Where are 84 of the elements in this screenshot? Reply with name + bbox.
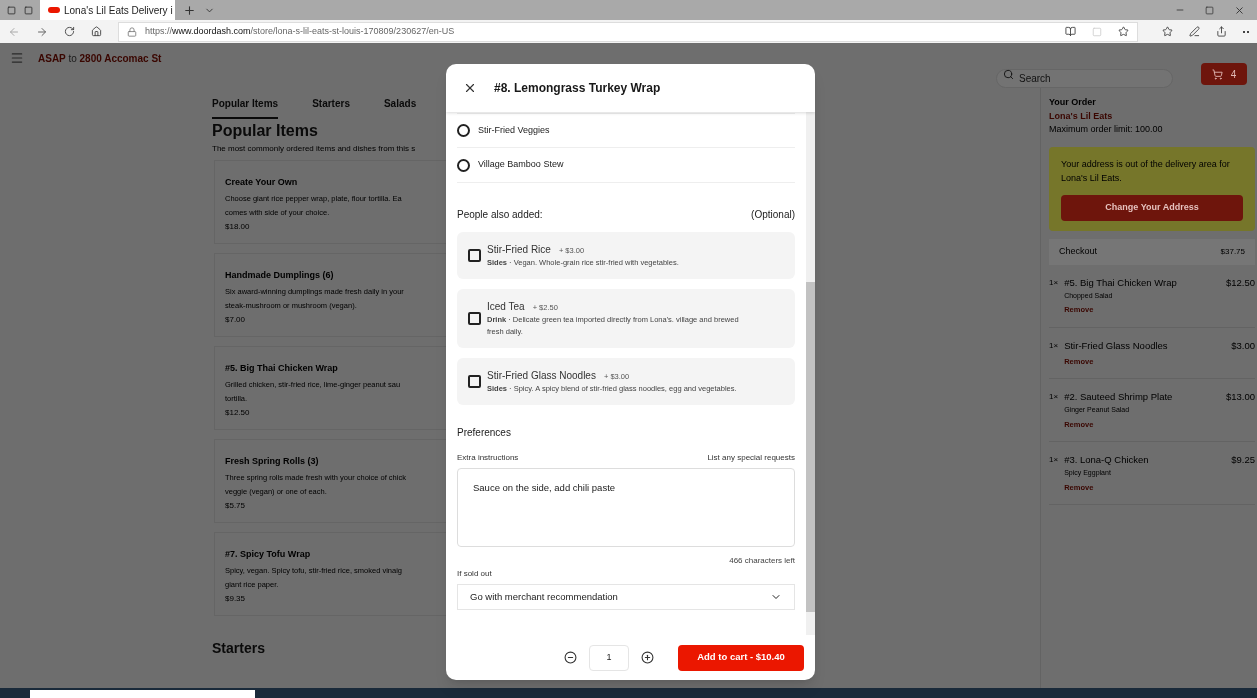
quantity-field[interactable]: 1 bbox=[589, 644, 629, 671]
section-heading: Preferences bbox=[457, 426, 512, 440]
menu-tab[interactable]: Popular Items bbox=[212, 97, 279, 119]
share-icon[interactable] bbox=[1216, 26, 1227, 37]
cart-icon bbox=[1211, 68, 1223, 80]
home-icon[interactable] bbox=[91, 26, 102, 37]
field-label: Extra instructions bbox=[457, 452, 519, 464]
scrollbar-thumb[interactable] bbox=[806, 282, 815, 612]
section-heading: People also added: bbox=[457, 208, 543, 222]
item-price: $5.75 bbox=[225, 500, 247, 512]
search-icon bbox=[1003, 68, 1014, 80]
item-name: Create Your Own bbox=[225, 176, 299, 189]
favorites-icon[interactable] bbox=[1162, 26, 1173, 37]
new-tab-icon[interactable] bbox=[183, 3, 196, 17]
order-limit: Maximum order limit: 100.00 bbox=[1049, 123, 1164, 136]
delivery-address[interactable]: ASAP to 2800 Accomac St bbox=[38, 51, 162, 66]
checkbox[interactable] bbox=[468, 375, 481, 388]
checkbox[interactable] bbox=[468, 249, 481, 262]
star-icon[interactable] bbox=[1118, 26, 1129, 37]
item-quantity: 1× bbox=[1049, 454, 1059, 466]
checkout-button[interactable]: Checkout $37.75 bbox=[1049, 238, 1255, 265]
dialog-title: #8. Lemongrass Turkey Wrap bbox=[494, 80, 661, 97]
section-subtitle: The most commonly ordered items and dishes from this s bbox=[212, 143, 417, 155]
radio-button[interactable] bbox=[457, 158, 470, 172]
order-title: Your Order bbox=[1049, 96, 1097, 109]
warning-text: Your address is out of the delivery area for Lona's Lil Eats. bbox=[1061, 157, 1231, 185]
item-name: #5. Big Thai Chicken Wrap bbox=[225, 362, 339, 375]
section-title: Popular Items bbox=[212, 121, 319, 141]
addon-name: Stir-Fried Rice bbox=[487, 243, 551, 257]
item-price: $18.00 bbox=[225, 221, 251, 233]
close-window-icon[interactable] bbox=[1234, 4, 1245, 16]
checkbox[interactable] bbox=[468, 312, 481, 325]
url-text: https://www.doordash.com/store/lona-s-lil-eats-st-louis-170809/230627/en-US bbox=[145, 24, 455, 38]
address-field[interactable]: https://www.doordash.com/store/lona-s-lil-eats-st-louis-170809/230627/en-US bbox=[118, 21, 1138, 42]
menu-tab[interactable]: Salads bbox=[383, 97, 417, 119]
pen-icon[interactable] bbox=[1189, 26, 1200, 37]
instructions-field[interactable]: Sauce on the side, add chili paste bbox=[457, 468, 795, 547]
item-quantity: 1× bbox=[1049, 339, 1059, 352]
sold-out-select[interactable]: Go with merchant recommendation bbox=[457, 584, 795, 610]
field-label: If sold out bbox=[457, 568, 493, 580]
increase-icon[interactable] bbox=[641, 651, 654, 664]
scrollbar[interactable] bbox=[806, 112, 815, 635]
browser-tab[interactable]: Lona's Lil Eats Delivery i bbox=[40, 0, 175, 20]
item-quantity: 1× bbox=[1049, 391, 1059, 403]
cart-button[interactable]: 4 bbox=[1201, 63, 1247, 85]
item-price: $12.50 bbox=[225, 407, 251, 419]
item-name: #7. Spicy Tofu Wrap bbox=[225, 548, 312, 561]
book-icon[interactable] bbox=[1065, 26, 1076, 37]
search-field[interactable]: Search bbox=[996, 68, 1173, 88]
item-name: Fresh Spring Rolls (3) bbox=[225, 455, 320, 468]
optional-label: (Optional) bbox=[751, 208, 795, 222]
tab-title: Lona's Lil Eats Delivery i bbox=[64, 3, 173, 18]
order-item-price: $3.00 bbox=[1231, 338, 1255, 353]
order-item-name: #3. Lona-Q Chicken bbox=[1064, 453, 1149, 467]
addon-name: Stir-Fried Glass Noodles bbox=[487, 369, 596, 383]
refresh-icon[interactable] bbox=[64, 26, 75, 37]
radio-option[interactable]: Stir-Fried Veggies bbox=[457, 113, 795, 148]
taskbar-search-field[interactable] bbox=[30, 690, 255, 698]
addon-name: Iced Tea bbox=[487, 300, 525, 314]
item-quantity: 1× bbox=[1049, 276, 1059, 289]
decrease-icon[interactable] bbox=[564, 651, 577, 664]
radio-button[interactable] bbox=[457, 124, 470, 137]
order-item-price: $12.50 bbox=[1225, 275, 1255, 290]
add-to-cart-button[interactable]: Add to cart - $10.40 bbox=[678, 644, 804, 671]
item-price: $9.35 bbox=[225, 593, 247, 605]
radio-option[interactable]: Village Bamboo Stew bbox=[457, 148, 795, 183]
menu-tab[interactable]: Starters bbox=[312, 97, 350, 119]
item-name: Handmade Dumplings (6) bbox=[225, 269, 335, 282]
restore-icon[interactable] bbox=[1205, 5, 1214, 15]
more-icon[interactable] bbox=[1243, 30, 1249, 33]
order-item-price: $13.00 bbox=[1225, 390, 1255, 404]
change-address-button[interactable]: Change Your Address bbox=[1061, 194, 1243, 221]
order-item-name: #2. Sauteed Shrimp Plate bbox=[1064, 390, 1173, 404]
close-icon[interactable] bbox=[463, 81, 477, 95]
field-hint: List any special requests bbox=[707, 452, 795, 464]
section-title: Starters bbox=[212, 639, 266, 658]
order-item-name: Stir-Fried Glass Noodles bbox=[1064, 338, 1168, 353]
doordash-logo-icon bbox=[48, 7, 60, 13]
store-name[interactable]: Lona's Lil Eats bbox=[1049, 109, 1255, 123]
item-price: $7.00 bbox=[225, 314, 247, 326]
order-item-name: #5. Big Thai Chicken Wrap bbox=[1064, 275, 1177, 290]
character-count: 466 characters left bbox=[729, 555, 795, 567]
order-item-price: $9.25 bbox=[1231, 453, 1255, 467]
lock-icon bbox=[127, 26, 137, 37]
